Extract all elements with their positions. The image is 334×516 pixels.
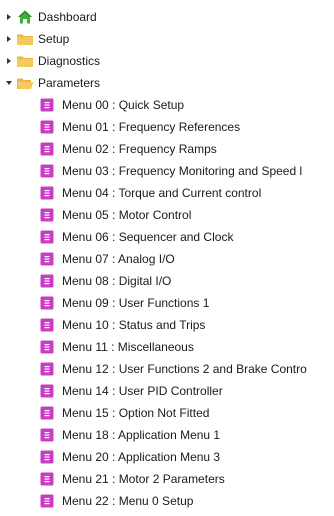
menu-icon [38,358,56,380]
tree-node-label: Menu 03 : Frequency Monitoring and Speed… [62,164,303,178]
tree-node-label: Menu 06 : Sequencer and Clock [62,230,234,244]
tree-node-menu-03[interactable]: Menu 03 : Frequency Monitoring and Speed… [0,160,334,182]
tree-node-label: Parameters [38,76,101,90]
tree-node-label: Menu 15 : Option Not Fitted [62,406,210,420]
tree-node-menu-07[interactable]: Menu 07 : Analog I/O [0,248,334,270]
tree-node-label: Menu 00 : Quick Setup [62,98,185,112]
tree-node-label: Menu 07 : Analog I/O [62,252,175,266]
tree-node-label: Menu 12 : User Functions 2 and Brake Con… [62,362,307,376]
tree-node-diagnostics[interactable]: Diagnostics [0,50,334,72]
menu-icon [38,204,56,226]
folder-icon [16,28,34,50]
tree-node-label: Setup [38,32,70,46]
menu-icon [38,424,56,446]
folder-open-icon [16,72,34,94]
tree-node-dashboard[interactable]: Dashboard [0,6,334,28]
tree-node-menu-11[interactable]: Menu 11 : Miscellaneous [0,336,334,358]
house-icon [16,6,34,28]
expand-arrow-icon[interactable] [4,50,14,72]
tree-node-label: Menu 20 : Application Menu 3 [62,450,221,464]
menu-icon [38,94,56,116]
menu-icon [38,468,56,490]
parameter-tree: Dashboard Setup Diagnostics Parameters Menu … [0,0,334,516]
expand-arrow-icon[interactable] [4,28,14,50]
menu-icon [38,336,56,358]
menu-icon [38,116,56,138]
tree-node-menu-09[interactable]: Menu 09 : User Functions 1 [0,292,334,314]
menu-icon [38,292,56,314]
menu-icon [38,138,56,160]
tree-node-label: Menu 09 : User Functions 1 [62,296,210,310]
menu-icon [38,314,56,336]
menu-icon [38,380,56,402]
menu-icon [38,160,56,182]
tree-node-label: Menu 22 : Menu 0 Setup [62,494,194,508]
tree-node-label: Menu 05 : Motor Control [62,208,192,222]
tree-node-label: Menu 10 : Status and Trips [62,318,206,332]
tree-node-menu-06[interactable]: Menu 06 : Sequencer and Clock [0,226,334,248]
tree-node-label: Menu 18 : Application Menu 1 [62,428,221,442]
tree-node-label: Menu 21 : Motor 2 Parameters [62,472,225,486]
tree-node-menu-12[interactable]: Menu 12 : User Functions 2 and Brake Con… [0,358,334,380]
expand-arrow-icon[interactable] [4,6,14,28]
tree-node-menu-01[interactable]: Menu 01 : Frequency References [0,116,334,138]
menu-icon [38,446,56,468]
tree-node-parameters[interactable]: Parameters [0,72,334,94]
menu-icon [38,248,56,270]
tree-node-label: Dashboard [38,10,97,24]
menu-icon [38,226,56,248]
menu-icon [38,490,56,512]
tree-node-label: Menu 08 : Digital I/O [62,274,172,288]
menu-icon [38,402,56,424]
tree-node-menu-14[interactable]: Menu 15 : Option Not Fitted [0,402,334,424]
folder-icon [16,50,34,72]
tree-node-label: Menu 11 : Miscellaneous [62,340,194,354]
tree-node-label: Menu 01 : Frequency References [62,120,241,134]
tree-node-menu-02[interactable]: Menu 02 : Frequency Ramps [0,138,334,160]
tree-node-menu-16[interactable]: Menu 20 : Application Menu 3 [0,446,334,468]
tree-node-label: Diagnostics [38,54,101,68]
tree-node-menu-05[interactable]: Menu 05 : Motor Control [0,204,334,226]
tree-node-menu-04[interactable]: Menu 04 : Torque and Current control [0,182,334,204]
menu-icon [38,182,56,204]
tree-node-menu-18[interactable]: Menu 22 : Menu 0 Setup [0,490,334,512]
tree-node-menu-00[interactable]: Menu 00 : Quick Setup [0,94,334,116]
tree-node-label: Menu 02 : Frequency Ramps [62,142,217,156]
menu-icon [38,270,56,292]
collapse-arrow-icon[interactable] [4,72,14,94]
tree-node-label: Menu 04 : Torque and Current control [62,186,262,200]
tree-node-menu-17[interactable]: Menu 21 : Motor 2 Parameters [0,468,334,490]
tree-node-label: Menu 14 : User PID Controller [62,384,223,398]
tree-node-setup[interactable]: Setup [0,28,334,50]
tree-node-menu-10[interactable]: Menu 10 : Status and Trips [0,314,334,336]
tree-node-menu-08[interactable]: Menu 08 : Digital I/O [0,270,334,292]
tree-node-menu-13[interactable]: Menu 14 : User PID Controller [0,380,334,402]
tree-node-menu-15[interactable]: Menu 18 : Application Menu 1 [0,424,334,446]
